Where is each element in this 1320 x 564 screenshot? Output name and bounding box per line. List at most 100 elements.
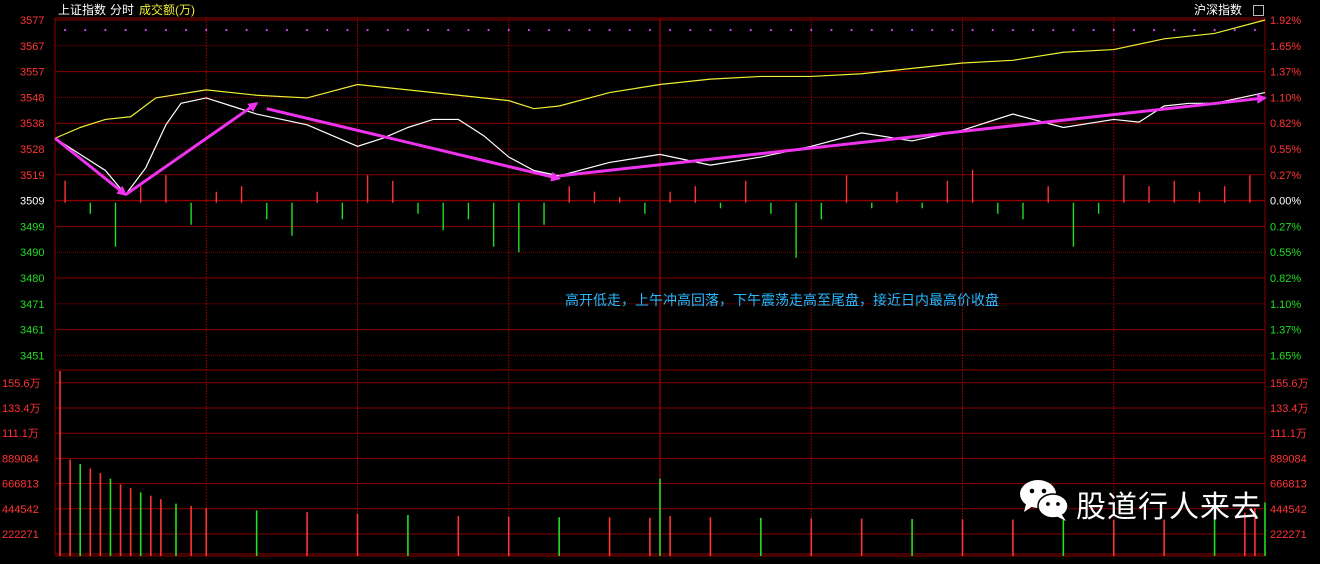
breadth-bar [392,180,394,203]
signal-dot [1112,28,1115,32]
volume-bar [961,519,964,556]
breadth-bar [341,202,344,220]
pct-tick-label: 0.55% [1270,247,1301,259]
breadth-bar [1249,175,1251,203]
signal-dot [668,28,672,32]
signal-dot [689,28,692,32]
signal-dot [63,28,67,32]
breadth-bar [442,202,444,231]
volume-tick-label: 889084 [2,453,39,465]
trend-arrow [266,107,562,182]
breadth-bar [1198,191,1201,203]
breadth-bar [492,202,495,247]
breadth-bar [770,202,772,214]
breadth-bar [366,175,369,203]
breadth-bar [568,186,570,203]
signal-dot [84,28,87,32]
breadth-bar [1047,186,1049,203]
signal-dot [406,28,410,32]
signal-dot [931,28,934,32]
signal-dot [547,28,551,32]
volume-bar [69,459,71,556]
signal-dot [386,28,389,32]
breadth-bar [946,180,949,203]
volume-bar [139,492,142,556]
watermark: 股道行人来去 [1018,476,1268,526]
signal-dot [305,28,309,32]
signal-dot [789,28,793,32]
signal-dot [810,28,813,32]
right-index-label[interactable]: 沪深指数 [1194,2,1242,18]
pct-tick-label: 0.82% [1270,118,1301,130]
breadth-bar [417,202,419,214]
breadth-bar [291,202,293,236]
pct-tick-label: 0.55% [1270,144,1301,156]
volume-bar [306,512,308,556]
signal-dot [507,28,510,32]
breadth-bar [64,180,66,203]
watermark-text: 股道行人来去 [1076,490,1262,525]
signal-dot [487,28,490,32]
signal-dot [1052,28,1055,32]
volume-tick-label: 155.6万 [2,378,41,390]
signal-dot [588,28,591,32]
volume-bar [810,518,813,556]
signal-dot [1011,28,1015,32]
volume-tick-label: 111.1万 [2,428,39,440]
breadth-bar [694,186,696,203]
volume-bar [79,463,82,556]
volume-bar [175,503,177,556]
price-tick-label: 3471 [20,299,44,311]
signal-dot [467,28,470,32]
volume-bar [457,516,460,556]
panel-toggle-button[interactable] [1253,5,1264,16]
breadth-bar [518,202,520,253]
breadth-bar [316,191,318,203]
breadth-bar [1072,202,1075,247]
signal-dot [729,28,732,32]
volume-bar [356,513,359,556]
signal-dot [285,28,289,32]
signal-dot [447,28,450,32]
breadth-bar [997,202,999,214]
breadth-bar [618,197,621,203]
volume-bar [659,478,661,556]
volume-tick-label-right: 222271 [1270,529,1307,541]
mode-label[interactable]: 分时 [110,2,134,18]
signal-dot [164,28,168,32]
volume-tick-label: 666813 [2,479,39,491]
pct-tick-label: 1.10% [1270,299,1301,311]
volume-bar [255,510,258,556]
signal-dot [1173,28,1176,32]
signal-dot [608,28,611,32]
signal-dot [225,28,228,32]
breadth-bar [896,191,898,203]
price-tick-label: 3509 [20,196,44,208]
breadth-bar [669,191,671,203]
index-name[interactable]: 上证指数 [58,2,106,18]
volume-tick-label-right: 155.6万 [1270,378,1309,390]
breadth-bar [820,202,823,220]
signal-dot [991,28,994,32]
volume-tick-label-right: 666813 [1270,479,1307,491]
breadth-bar [89,202,91,214]
signal-dot [1193,28,1196,32]
price-tick-label: 3538 [20,118,44,130]
volume-bar [205,508,208,556]
volume-bar [119,484,122,556]
signal-dot [245,28,248,32]
wechat-icon [1020,480,1069,521]
breadth-bar [1022,202,1024,220]
volume-bar [608,517,611,556]
signal-dot [910,28,914,32]
breadth-bar [921,202,923,209]
price-tick-label: 3557 [20,67,44,79]
pct-tick-label: 0.27% [1270,170,1301,182]
signal-dot [890,28,894,32]
signal-dot [951,28,954,32]
signal-dot [184,28,188,32]
volume-bar [507,516,510,556]
volume-bar [709,517,712,556]
volume-bar [129,487,132,556]
price-tick-label: 3528 [20,144,44,156]
